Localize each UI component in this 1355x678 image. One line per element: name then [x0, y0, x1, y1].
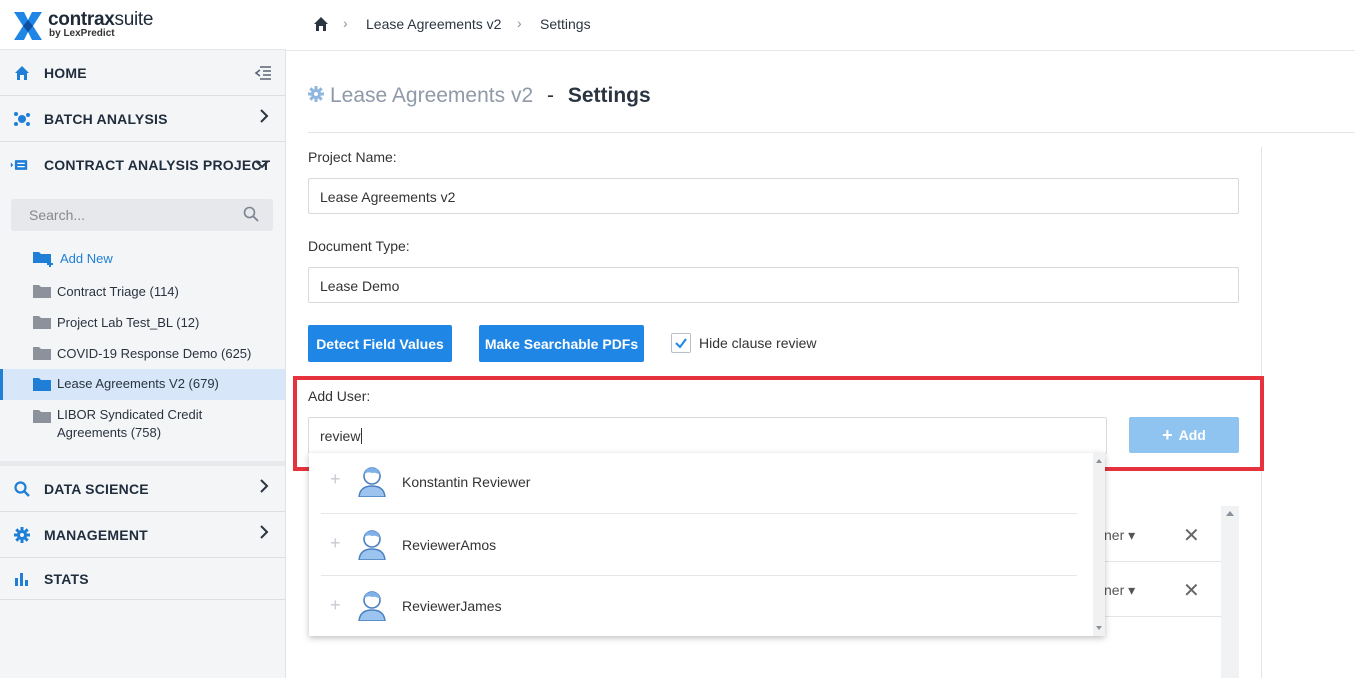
breadcrumb: › Lease Agreements v2 › Settings: [286, 0, 1355, 51]
nav-label: BATCH ANALYSIS: [44, 110, 168, 127]
detect-field-values-button[interactable]: Detect Field Values: [308, 325, 452, 362]
checkmark-icon: [675, 338, 687, 349]
suggestion-name: ReviewerJames: [402, 598, 502, 614]
contraxsuite-logo-icon: [14, 12, 42, 40]
hide-clause-review-label: Hide clause review: [699, 335, 817, 351]
role-select[interactable]: ner ▾: [1104, 527, 1135, 544]
project-item-lease-agreements[interactable]: Lease Agreements V2 (679): [0, 369, 285, 400]
table-row-divider: [1094, 616, 1221, 617]
scroll-down-arrow-icon: [1096, 626, 1102, 630]
gear-icon: [13, 526, 31, 544]
user-avatar-icon: [357, 465, 387, 498]
nav-home[interactable]: HOME: [0, 51, 285, 96]
plus-icon: +: [330, 533, 341, 553]
nav-stats[interactable]: STATS: [0, 558, 285, 600]
home-icon[interactable]: [313, 16, 329, 37]
make-searchable-pdfs-button[interactable]: Make Searchable PDFs: [479, 325, 644, 362]
breadcrumb-project[interactable]: Lease Agreements v2: [366, 16, 501, 32]
nav-data-science[interactable]: DATA SCIENCE: [0, 466, 285, 512]
nav-label: HOME: [44, 65, 87, 81]
nav-label: STATS: [44, 570, 89, 587]
remove-user-icon[interactable]: ✕: [1183, 578, 1200, 603]
suggestion-name: ReviewerAmos: [402, 537, 497, 553]
project-name-label: Project Name:: [308, 149, 397, 165]
user-suggestions-dropdown: + Konstantin Reviewer + ReviewerAmos + R…: [309, 453, 1105, 636]
scroll-up-arrow-icon: [1226, 511, 1234, 516]
role-select[interactable]: ner ▾: [1104, 582, 1135, 599]
project-item-libor[interactable]: LIBOR Syndicated Credit Agreements (758): [0, 405, 285, 445]
project-label: Project Lab Test_BL (12): [57, 315, 200, 330]
project-item-contract-triage[interactable]: Contract Triage (114): [0, 281, 285, 303]
folder-icon: [33, 316, 51, 329]
sidebar-search-input[interactable]: Search...: [11, 199, 273, 231]
hide-clause-review-checkbox[interactable]: [671, 333, 691, 353]
dropdown-scrollbar[interactable]: [1093, 453, 1105, 636]
chevron-right-icon: [259, 525, 269, 544]
search-placeholder: Search...: [29, 207, 86, 223]
brand-byline: by LexPredict: [49, 28, 115, 39]
project-icon: [10, 156, 28, 174]
user-avatar-icon: [357, 589, 387, 622]
user-avatar-icon: [357, 528, 387, 561]
suggestion-item[interactable]: + ReviewerAmos: [321, 514, 1077, 576]
home-icon: [13, 64, 31, 82]
page-title: Lease Agreements v2 - Settings: [308, 84, 651, 108]
title-sep: -: [546, 84, 554, 107]
stats-icon: [13, 570, 31, 588]
nav-management[interactable]: MANAGEMENT: [0, 512, 285, 558]
chevron-right-icon: [259, 479, 269, 498]
add-new-project-link[interactable]: Add New: [0, 249, 285, 269]
collapse-sidebar-icon[interactable]: [254, 65, 272, 84]
document-type-label: Document Type:: [308, 238, 410, 254]
suggestion-name: Konstantin Reviewer: [402, 474, 531, 490]
users-table-scrollbar[interactable]: [1221, 506, 1239, 678]
settings-gear-icon: [308, 84, 324, 108]
breadcrumb-page: Settings: [540, 16, 591, 32]
nav-label: CONTRACT ANALYSIS PROJECT: [44, 156, 271, 173]
table-row-divider: [1094, 561, 1221, 562]
plus-icon: +: [330, 469, 341, 489]
batch-icon: [13, 110, 31, 128]
project-label: LIBOR Syndicated Credit Agreements (758): [57, 407, 203, 440]
project-label: COVID-19 Response Demo (625): [57, 346, 252, 361]
project-name-input[interactable]: Lease Agreements v2: [308, 178, 1239, 214]
nav-label: MANAGEMENT: [44, 526, 148, 543]
add-new-label: Add New: [60, 251, 113, 266]
project-item-covid[interactable]: COVID-19 Response Demo (625): [0, 343, 285, 365]
chevron-right-icon: ›: [517, 15, 522, 31]
title-divider: [308, 132, 1355, 133]
sidebar: contraxsuite by LexPredict HOME BATCH AN…: [0, 0, 286, 678]
search-icon: [13, 480, 31, 498]
title-project: Lease Agreements v2: [330, 84, 534, 107]
logo[interactable]: contraxsuite by LexPredict: [0, 0, 286, 50]
suggestion-item[interactable]: + Konstantin Reviewer: [321, 453, 1077, 514]
title-page: Settings: [567, 84, 651, 107]
folder-icon: [33, 378, 51, 391]
chevron-down-icon: [255, 156, 269, 174]
folder-icon: [33, 285, 51, 298]
nav-label: DATA SCIENCE: [44, 480, 149, 497]
add-folder-icon: [33, 251, 53, 267]
nav-batch-analysis[interactable]: BATCH ANALYSIS: [0, 96, 285, 142]
remove-user-icon[interactable]: ✕: [1183, 523, 1200, 548]
scroll-up-arrow-icon: [1096, 459, 1102, 463]
chevron-right-icon: ›: [343, 15, 348, 31]
project-item-lab-test[interactable]: Project Lab Test_BL (12): [0, 312, 285, 334]
suggestion-item[interactable]: + ReviewerJames: [321, 576, 1077, 636]
main-content: › Lease Agreements v2 › Settings Lease A…: [286, 0, 1355, 678]
nav-contract-analysis-project[interactable]: CONTRACT ANALYSIS PROJECT: [0, 142, 285, 187]
plus-icon: +: [330, 595, 341, 615]
folder-icon: [33, 347, 51, 360]
chevron-right-icon: [259, 109, 269, 128]
document-type-select[interactable]: Lease Demo: [308, 267, 1239, 303]
project-label: Lease Agreements V2 (679): [57, 376, 219, 391]
search-icon: [243, 206, 259, 225]
folder-icon: [33, 410, 51, 423]
project-label: Contract Triage (114): [57, 284, 179, 299]
